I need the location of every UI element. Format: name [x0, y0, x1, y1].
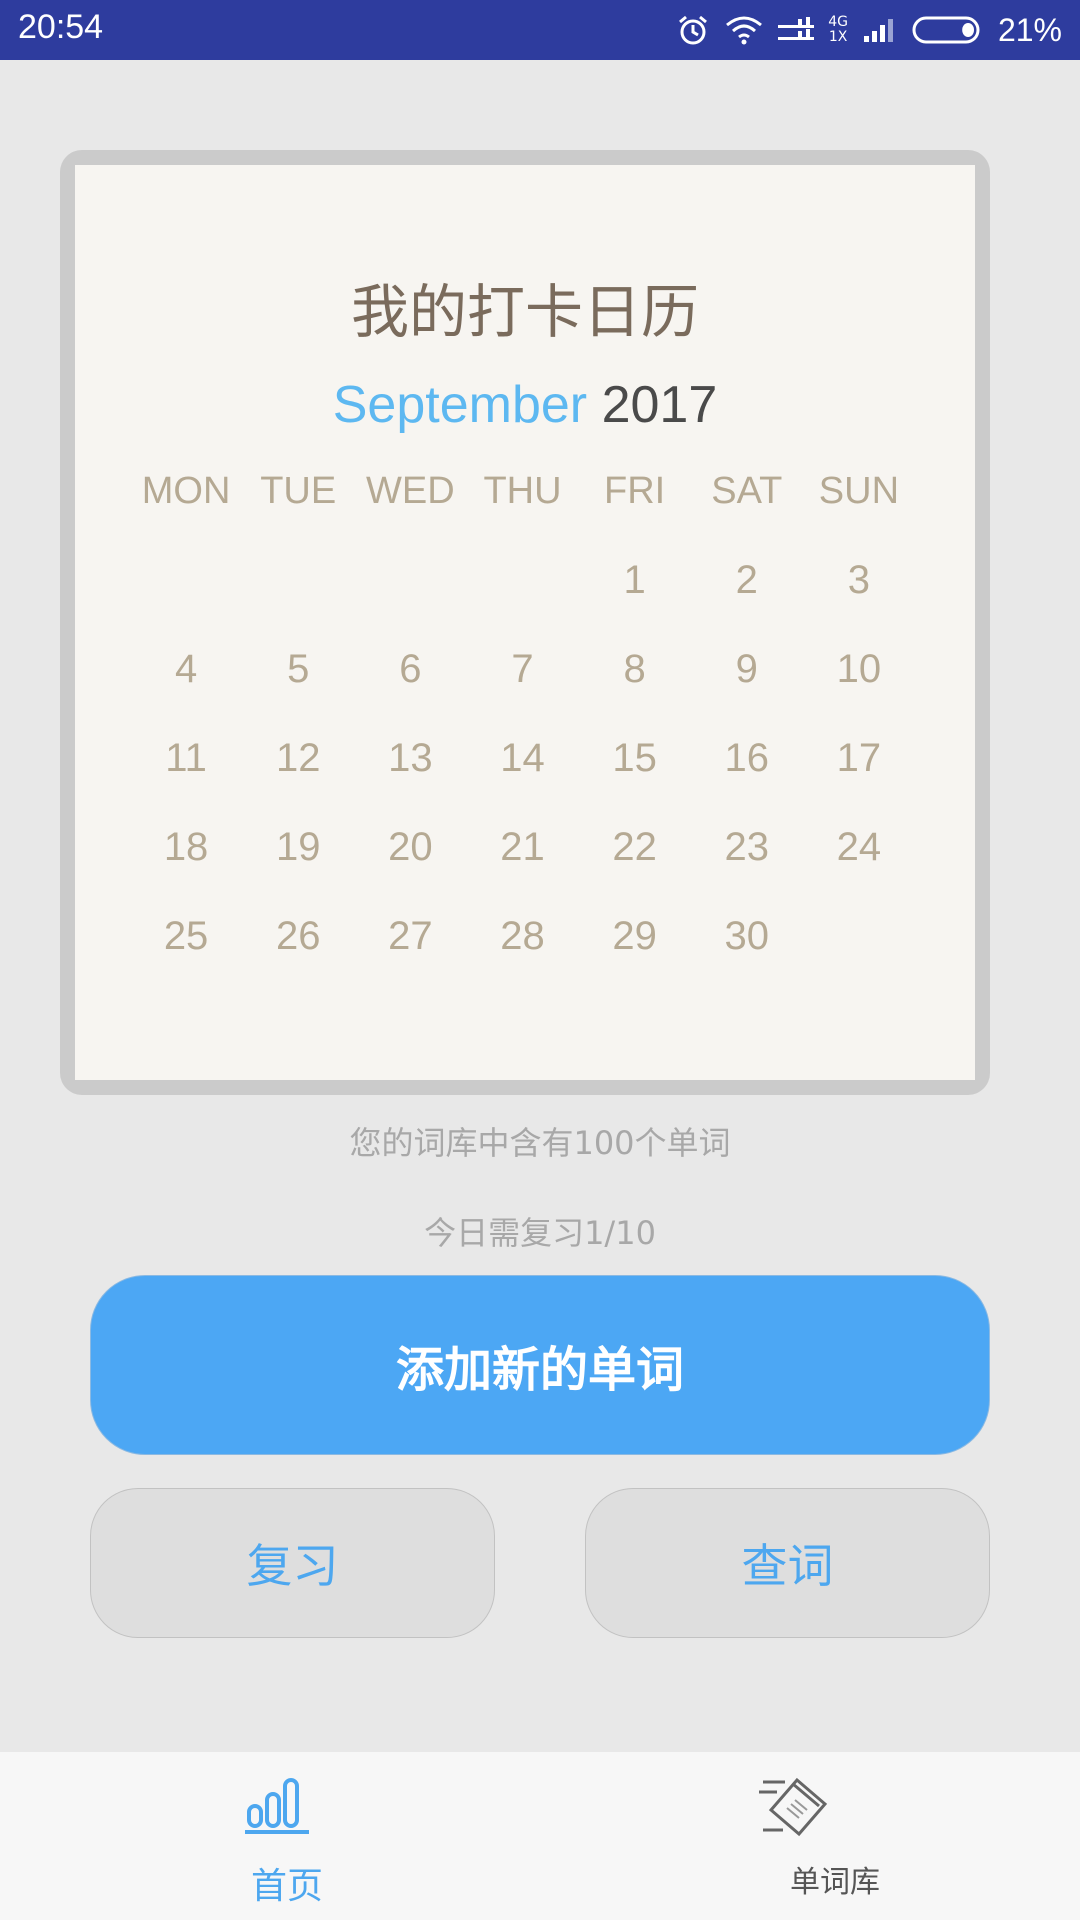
calendar-day[interactable]: 7 [466, 647, 578, 697]
word-cards-icon [755, 1774, 835, 1848]
review-button-label: 复习 [246, 1539, 339, 1593]
calendar-day[interactable]: 25 [130, 914, 242, 964]
calendar-day[interactable]: 27 [354, 914, 466, 964]
add-word-button-label: 添加新的单词 [395, 1342, 684, 1398]
calendar-day[interactable]: 3 [803, 558, 915, 608]
calendar-week: 25 26 27 28 29 30 [130, 914, 915, 964]
calendar-day-empty [130, 558, 242, 608]
bar-chart-icon [245, 1774, 309, 1838]
calendar-day-empty [354, 558, 466, 608]
calendar-day[interactable]: 26 [242, 914, 354, 964]
network-type-bottom: 1X [828, 29, 848, 45]
weekday-label: TUE [260, 470, 337, 512]
weekday-label: MON [141, 470, 231, 512]
calendar-day[interactable]: 11 [130, 736, 242, 786]
lookup-button[interactable]: 查词 [585, 1488, 990, 1638]
calendar-day-empty [242, 558, 354, 608]
calendar-week: 4 5 6 7 8 9 10 [130, 647, 915, 697]
weekday-label: SAT [711, 470, 783, 512]
calendar-day[interactable]: 15 [579, 736, 691, 786]
calendar-year: 2017 [601, 376, 718, 434]
calendar-day[interactable]: 19 [242, 825, 354, 875]
battery-percent: 21% [997, 11, 1062, 48]
calendar-day-empty [466, 558, 578, 608]
review-button[interactable]: 复习 [90, 1488, 495, 1638]
calendar-week: 18 19 20 21 22 23 24 [130, 825, 915, 875]
calendar-day[interactable]: 14 [466, 736, 578, 786]
calendar-day[interactable]: 28 [466, 914, 578, 964]
calendar-day[interactable]: 5 [242, 647, 354, 697]
calendar-day[interactable]: 10 [803, 647, 915, 697]
weekday-label: FRI [604, 470, 666, 512]
alarm-icon [676, 13, 710, 47]
calendar-day[interactable]: 23 [691, 825, 803, 875]
calendar-day[interactable]: 4 [130, 647, 242, 697]
weekday-label: THU [483, 470, 562, 512]
calendar-day[interactable]: 13 [354, 736, 466, 786]
calendar-day[interactable]: 24 [803, 825, 915, 875]
battery-icon [912, 15, 984, 45]
calendar-day[interactable]: 22 [579, 825, 691, 875]
weekday-label: WED [366, 470, 455, 512]
add-word-button[interactable]: 添加新的单词 [90, 1275, 990, 1455]
network-type: 4G 1X [828, 15, 848, 45]
calendar-day[interactable]: 30 [691, 914, 803, 964]
calendar-day[interactable]: 17 [803, 736, 915, 786]
calendar-week: 11 12 13 14 15 16 17 [130, 736, 915, 786]
network-type-top: 4G [828, 14, 848, 30]
calendar-day-empty [803, 914, 915, 964]
calendar-day[interactable]: 1 [579, 558, 691, 608]
lookup-button-label: 查词 [741, 1539, 834, 1593]
wifi-icon [724, 14, 764, 46]
calendar-day[interactable]: 18 [130, 825, 242, 875]
calendar-day[interactable]: 21 [466, 825, 578, 875]
calendar-month-year: September 2017 [75, 375, 975, 435]
word-count-text: 您的词库中含有100个单词 [349, 1124, 731, 1162]
cellular-signal-icon [862, 16, 898, 44]
nav-item-wordbank[interactable]: 单词库 [540, 1752, 1080, 1920]
calendar-day[interactable]: 20 [354, 825, 466, 875]
status-icons: 4G 1X 21% [676, 8, 1062, 52]
calendar-day[interactable]: 29 [579, 914, 691, 964]
calendar-card: 我的打卡日历 September 2017 MON TUE WED THU FR… [75, 165, 975, 1080]
calendar-day[interactable]: 8 [579, 647, 691, 697]
calendar-day[interactable]: 2 [691, 558, 803, 608]
review-progress-text: 今日需复习1/10 [424, 1214, 656, 1252]
calendar-day[interactable]: 16 [691, 736, 803, 786]
calendar-title: 我的打卡日历 [350, 278, 699, 346]
calendar-day[interactable]: 12 [242, 736, 354, 786]
nav-label-wordbank: 单词库 [790, 1865, 880, 1900]
calendar-week: 1 2 3 [130, 558, 915, 608]
weekday-label: SUN [818, 470, 900, 512]
calendar-day[interactable]: 9 [691, 647, 803, 697]
status-bar: 20:54 4G 1X 21% [0, 0, 1080, 60]
bottom-nav: 首页 单词库 [0, 1752, 1080, 1920]
status-time: 20:54 [18, 8, 104, 46]
calendar-month: September [332, 376, 588, 434]
weekday-header: MON TUE WED THU FRI SAT SUN [130, 470, 915, 513]
cellular-signal-icon [778, 17, 815, 43]
calendar-day[interactable]: 6 [354, 647, 466, 697]
